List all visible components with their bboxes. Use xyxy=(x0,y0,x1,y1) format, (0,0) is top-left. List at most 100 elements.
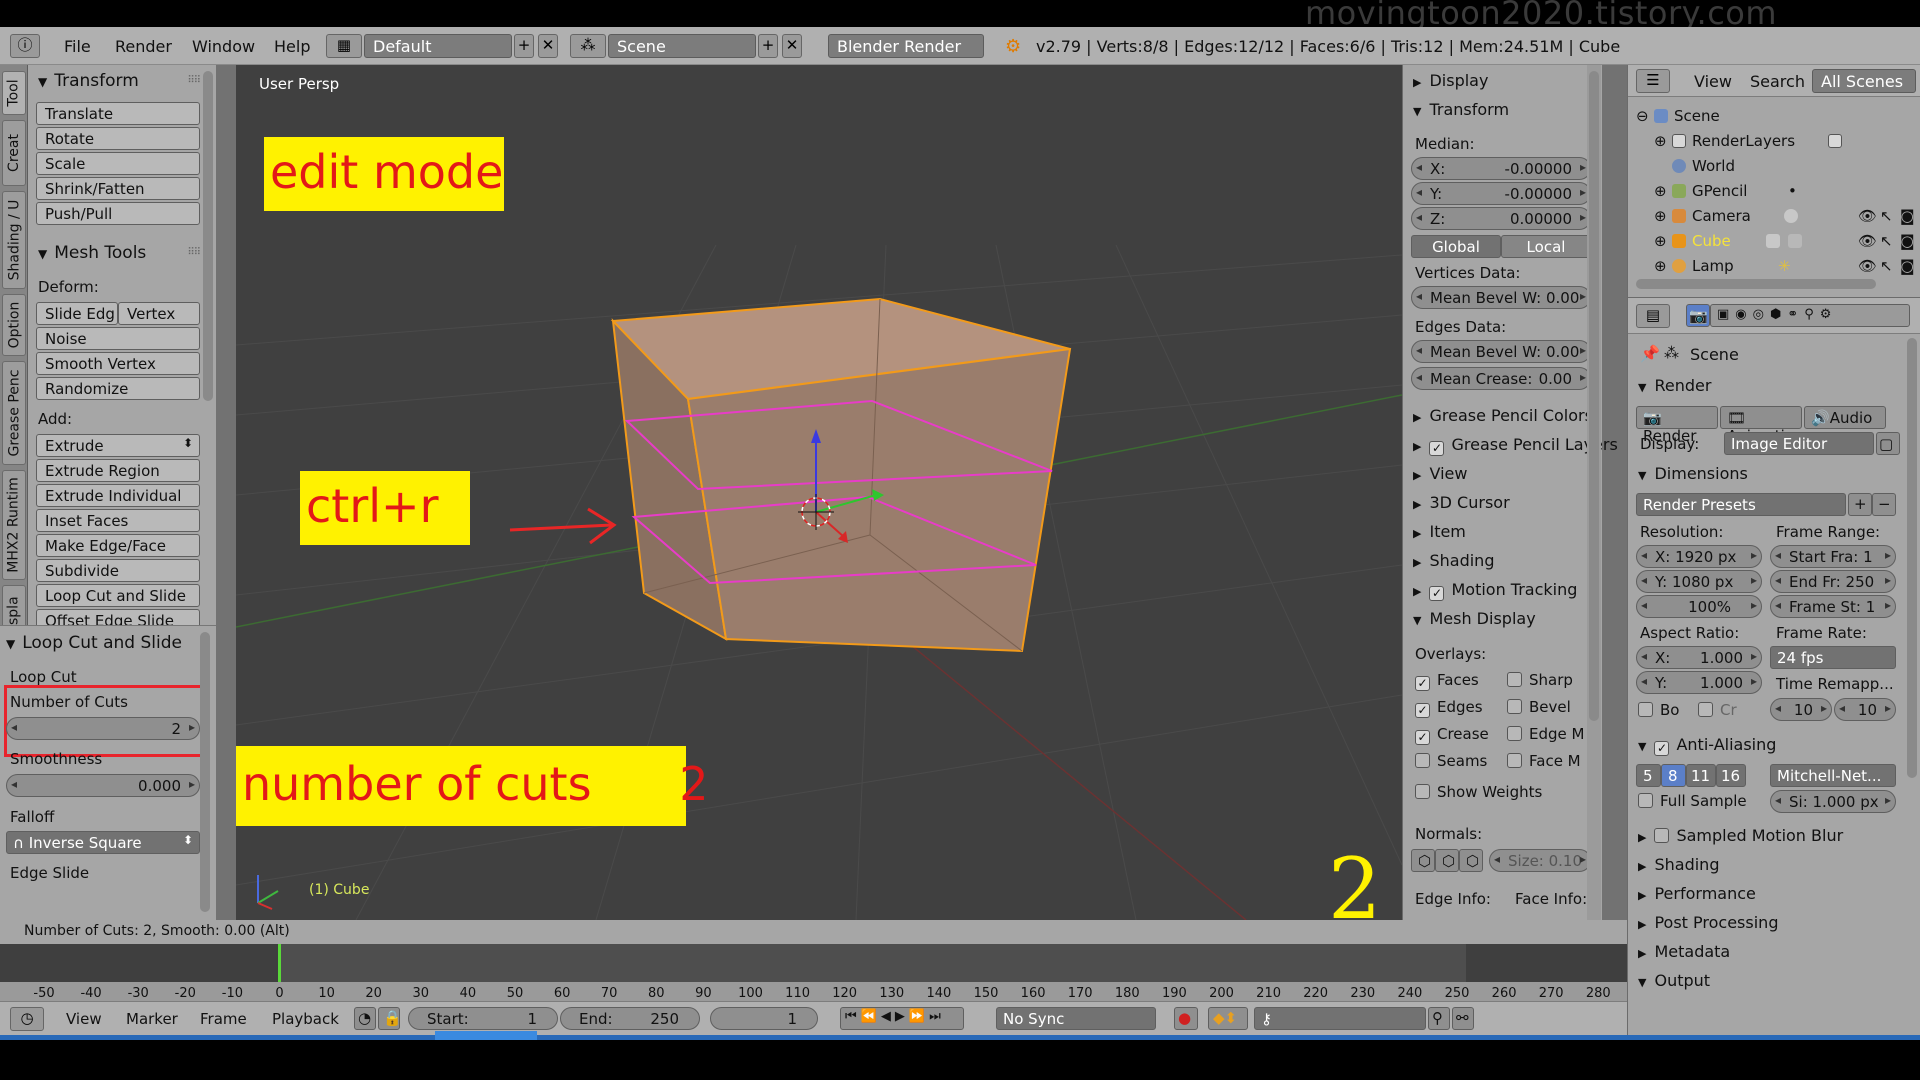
metadata-section[interactable]: Metadata xyxy=(1638,942,1730,961)
post-processing-section[interactable]: Post Processing xyxy=(1638,913,1778,932)
dimensions-section[interactable]: Dimensions xyxy=(1638,464,1747,483)
expand-icon[interactable]: ⊕ xyxy=(1654,257,1667,275)
outliner-row-gpencil[interactable]: ⊕ GPencil • xyxy=(1628,178,1920,203)
outliner-row-lamp[interactable]: ⊕ Lamp ✳ 👁 ↖ ◙ xyxy=(1628,253,1920,278)
info-editor-icon[interactable]: ⓘ xyxy=(10,34,40,58)
select-arrow-icon[interactable]: ↖ xyxy=(1880,207,1893,225)
outliner-menu-view[interactable]: View xyxy=(1694,72,1732,91)
overlay-crease[interactable]: ✓ Crease xyxy=(1415,725,1489,745)
shrink-fatten-button[interactable]: Shrink/Fatten xyxy=(36,177,200,200)
scene-icon[interactable]: ⁂ xyxy=(570,34,606,58)
current-frame-marker[interactable] xyxy=(278,944,281,984)
border-toggle[interactable]: Bo xyxy=(1638,701,1679,719)
motion-tracking-checkbox[interactable]: ✓ xyxy=(1429,586,1445,601)
gp-layers-checkbox[interactable]: ✓ xyxy=(1429,441,1445,456)
audio-button[interactable]: 🔊Audio xyxy=(1804,406,1886,429)
3d-viewport[interactable]: User Persp edit mode ctrl+r number of cu… xyxy=(236,65,1402,920)
menu-file[interactable]: File xyxy=(64,37,91,61)
overlay-face-marks[interactable]: Face M xyxy=(1507,752,1581,770)
remove-scene-icon[interactable]: ✕ xyxy=(782,34,802,58)
render-engine-select[interactable]: Blender Render xyxy=(828,34,984,58)
face-marks-checkbox[interactable] xyxy=(1507,753,1522,768)
properties-editor-icon[interactable]: ▤ xyxy=(1636,304,1670,328)
display-select[interactable]: Image Editor xyxy=(1724,432,1874,455)
resolution-y-field[interactable]: Y: 1080 px xyxy=(1636,570,1762,593)
timeline[interactable]: -50 -40 -30 -20 -10 0 10 20 30 40 50 60 70 80 90 100 110… xyxy=(0,944,1627,1001)
start-frame-field[interactable]: Start Fra: 1 xyxy=(1770,545,1896,568)
operator-title[interactable]: Loop Cut and Slide xyxy=(6,633,182,653)
context-tabs-icons[interactable]: ▣◉◎⬢⚭⚲⚙ xyxy=(1710,304,1910,327)
subdivide-button[interactable]: Subdivide xyxy=(36,559,200,582)
overlay-faces[interactable]: ✓ Faces xyxy=(1415,671,1479,691)
outliner-row-world[interactable]: World xyxy=(1628,153,1920,178)
add-scene-icon[interactable]: + xyxy=(758,34,778,58)
inset-faces-button[interactable]: Inset Faces xyxy=(36,509,200,532)
render-camera-icon[interactable]: ◙ xyxy=(1900,207,1915,225)
remap-new-field[interactable]: 10 xyxy=(1834,698,1896,721)
falloff-select[interactable]: ∩ Inverse Square ⬍ xyxy=(6,831,200,854)
remap-old-field[interactable]: 10 xyxy=(1770,698,1832,721)
extrude-region-button[interactable]: Extrude Region xyxy=(36,459,200,482)
local-toggle[interactable]: Local xyxy=(1501,235,1591,258)
sampled-motion-blur-section[interactable]: Sampled Motion Blur xyxy=(1638,826,1843,845)
timeline-editor-icon[interactable]: ◷ xyxy=(10,1007,44,1031)
resolution-percent-field[interactable]: 100% xyxy=(1636,595,1762,618)
tab-create[interactable]: Creat xyxy=(2,120,26,186)
vertex-normals-icon[interactable]: ⬡ xyxy=(1411,849,1435,872)
current-frame-field[interactable]: 1 xyxy=(710,1007,818,1030)
pin-icon[interactable]: 📌 xyxy=(1640,344,1660,363)
median-x-field[interactable]: X:-0.00000 xyxy=(1411,157,1591,180)
visibility-eye-icon[interactable]: 👁 xyxy=(1858,207,1877,225)
aspect-x-field[interactable]: X:1.000 xyxy=(1636,646,1762,669)
outliner-row-renderlayers[interactable]: ⊕ RenderLayers xyxy=(1628,128,1920,153)
end-frame-field[interactable]: End: 250 xyxy=(560,1007,700,1030)
scene-field[interactable]: Scene xyxy=(608,34,756,58)
playback-controls[interactable]: ⏮⏪◀▶⏩⏭ xyxy=(840,1007,964,1030)
keying-icon[interactable]: ◆⬍ xyxy=(1208,1007,1248,1030)
output-section[interactable]: Output xyxy=(1638,971,1710,990)
full-sample-toggle[interactable]: Full Sample xyxy=(1638,792,1747,810)
aa-samples-5[interactable]: 5 xyxy=(1636,764,1661,787)
mesh-tools-title[interactable]: Mesh Tools xyxy=(38,243,146,263)
extrude-menu[interactable]: Extrude ⬍ xyxy=(36,434,200,457)
overlay-seams[interactable]: Seams xyxy=(1415,752,1487,770)
remove-preset-icon[interactable]: − xyxy=(1872,493,1896,516)
overlay-edge-marks[interactable]: Edge M xyxy=(1507,725,1584,743)
lock-icon[interactable]: 🔒 xyxy=(378,1007,402,1030)
end-frame-field[interactable]: End Fr: 250 xyxy=(1770,570,1896,593)
delete-keyframe-icon[interactable]: ⚯ xyxy=(1452,1007,1474,1030)
add-preset-icon[interactable]: + xyxy=(1848,493,1872,516)
global-toggle[interactable]: Global xyxy=(1411,235,1501,258)
add-layout-icon[interactable]: + xyxy=(514,34,534,58)
operator-scrollbar[interactable] xyxy=(200,632,210,912)
expand-icon[interactable]: ⊕ xyxy=(1654,182,1667,200)
tab-grease-pencil[interactable]: Grease Penc xyxy=(2,361,26,465)
transform-section[interactable]: Transform xyxy=(1413,100,1509,119)
aa-filter-select[interactable]: Mitchell-Net... xyxy=(1770,764,1896,787)
lock-interface-icon[interactable]: ▢ xyxy=(1876,432,1900,455)
anti-aliasing-section[interactable]: ✓Anti-Aliasing xyxy=(1638,735,1776,756)
timeline-menu-frame[interactable]: Frame xyxy=(200,1010,247,1028)
item-section[interactable]: Item xyxy=(1413,522,1465,541)
render-presets-select[interactable]: Render Presets xyxy=(1636,493,1846,516)
make-edge-face-button[interactable]: Make Edge/Face xyxy=(36,534,200,557)
motion-blur-checkbox[interactable] xyxy=(1654,828,1670,843)
randomize-button[interactable]: Randomize xyxy=(36,377,200,400)
crop-checkbox[interactable] xyxy=(1698,702,1713,717)
timeline-menu-playback[interactable]: Playback xyxy=(272,1010,339,1028)
extrude-individual-button[interactable]: Extrude Individual xyxy=(36,484,200,507)
crease-checkbox[interactable]: ✓ xyxy=(1415,730,1430,745)
visibility-eye-icon[interactable]: 👁 xyxy=(1858,257,1877,275)
scale-button[interactable]: Scale xyxy=(36,152,200,175)
panel-grip-icon[interactable]: ⠿⠿ xyxy=(187,75,201,86)
remove-layout-icon[interactable]: ✕ xyxy=(538,34,558,58)
split-normals-icon[interactable]: ⬡ xyxy=(1435,849,1459,872)
crop-toggle[interactable]: Cr xyxy=(1698,701,1737,719)
panel-grip-icon[interactable]: ⠿⠿ xyxy=(187,247,201,258)
mean-crease-field[interactable]: Mean Crease:0.00 xyxy=(1411,367,1591,390)
border-checkbox[interactable] xyxy=(1638,702,1653,717)
sharp-checkbox[interactable] xyxy=(1507,672,1522,687)
mean-bevel-vertex-field[interactable]: Mean Bevel W: 0.00 xyxy=(1411,286,1591,309)
tab-mhx2-runtime[interactable]: MHX2 Runtim xyxy=(2,470,26,580)
expand-icon[interactable]: ⊕ xyxy=(1654,132,1667,150)
